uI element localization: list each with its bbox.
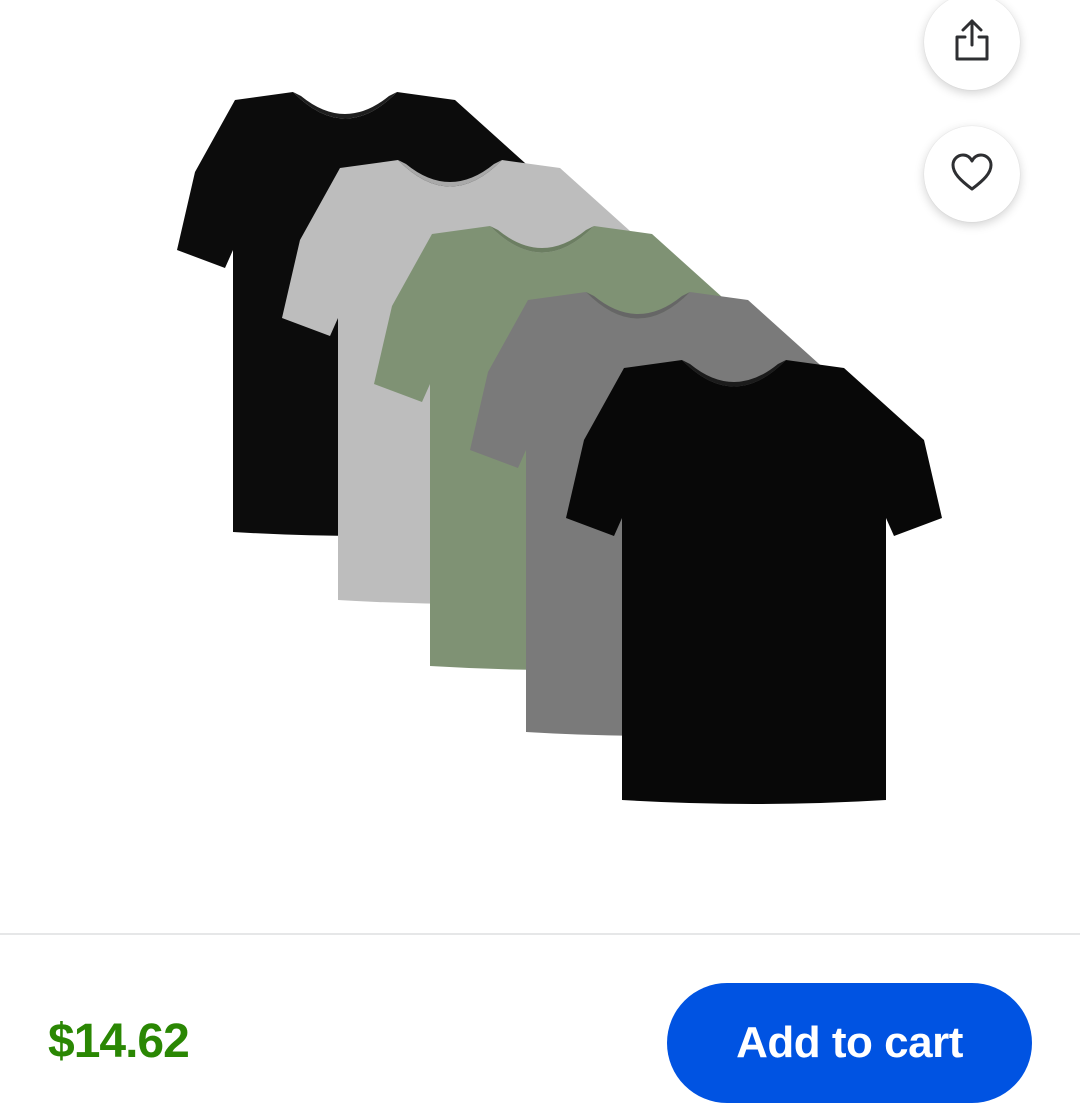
product-image[interactable]: [0, 0, 1080, 935]
add-to-cart-button[interactable]: Add to cart: [667, 983, 1032, 1103]
price: $14.62: [48, 1015, 190, 1068]
heart-icon: [950, 152, 994, 197]
favorite-button[interactable]: [924, 126, 1020, 222]
share-icon: [952, 18, 992, 67]
shirt-black-front: [566, 360, 942, 804]
